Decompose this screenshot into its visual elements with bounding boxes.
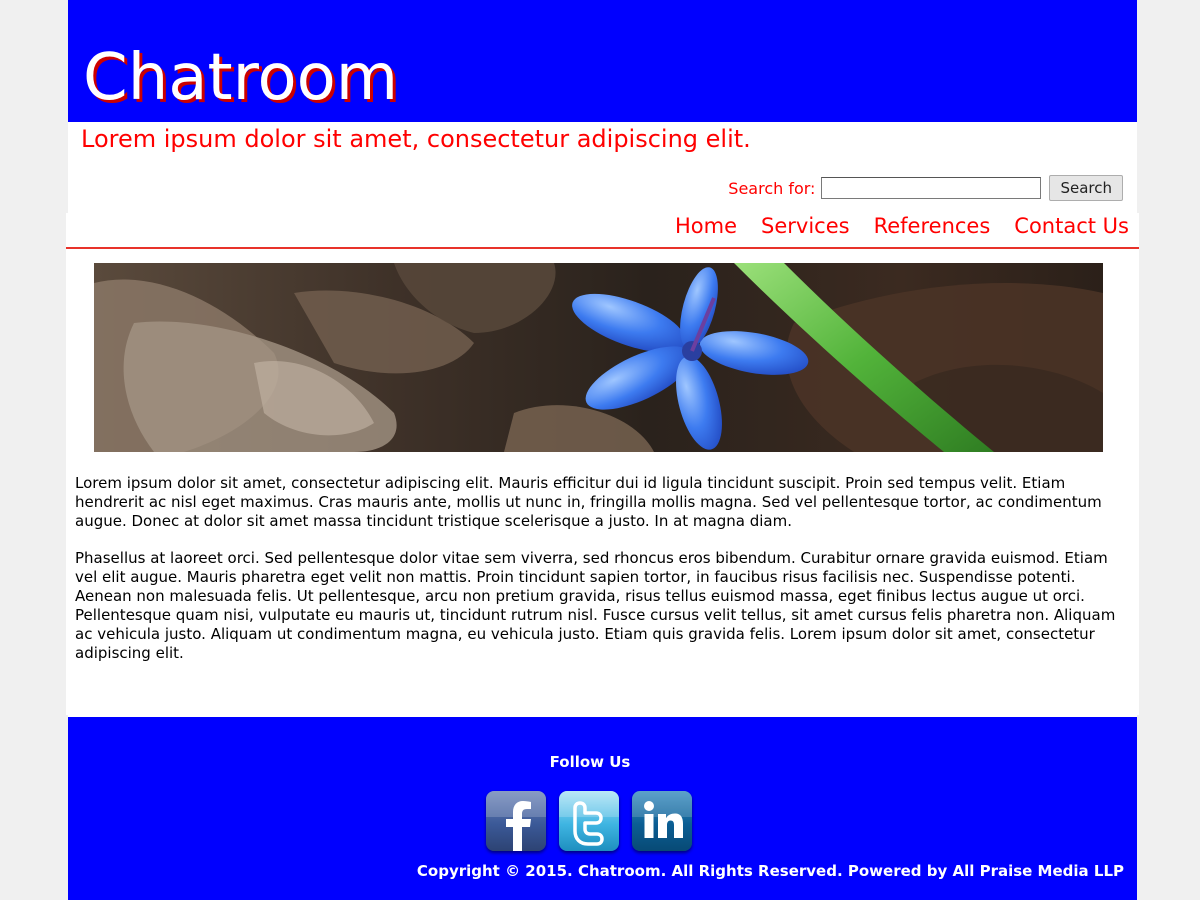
header-banner: Chatroom <box>68 0 1137 122</box>
social-links <box>486 791 692 851</box>
nav-item-references: References <box>874 213 991 239</box>
nav-item-home: Home <box>675 213 737 239</box>
banner-image <box>94 263 1103 452</box>
nav-link-contact-us[interactable]: Contact Us <box>1014 214 1129 238</box>
page-container: Chatroom Lorem ipsum dolor sit amet, con… <box>66 0 1139 900</box>
nav-item-services: Services <box>761 213 850 239</box>
paragraph: Phasellus at laoreet orci. Sed pellentes… <box>75 549 1116 662</box>
search-button[interactable]: Search <box>1049 175 1123 201</box>
nav-link-services[interactable]: Services <box>761 214 850 238</box>
search-input[interactable] <box>821 177 1042 199</box>
nav-link-references[interactable]: References <box>874 214 991 238</box>
follow-us-heading: Follow Us <box>549 753 631 771</box>
main-nav: Home Services References Contact Us <box>675 213 1129 239</box>
site-tagline: Lorem ipsum dolor sit amet, consectetur … <box>81 125 751 153</box>
search-form: Search for: Search <box>728 175 1123 201</box>
linkedin-icon[interactable] <box>632 791 692 851</box>
twitter-icon[interactable] <box>559 791 619 851</box>
nav-item-contact: Contact Us <box>1014 213 1129 239</box>
copyright-text: Copyright © 2015. Chatroom. All Rights R… <box>416 862 1124 880</box>
nav-bar: Home Services References Contact Us <box>66 213 1139 249</box>
body-text: Lorem ipsum dolor sit amet, consectetur … <box>75 474 1125 681</box>
main-content: Lorem ipsum dolor sit amet, consectetur … <box>66 249 1139 715</box>
site-title[interactable]: Chatroom <box>83 46 398 110</box>
paragraph: Lorem ipsum dolor sit amet, consectetur … <box>75 474 1102 530</box>
facebook-icon[interactable] <box>486 791 546 851</box>
search-label: Search for: <box>728 178 816 198</box>
footer: Follow Us Copyright © 2015. Chatroom. Al… <box>68 717 1137 900</box>
nav-link-home[interactable]: Home <box>675 214 737 238</box>
